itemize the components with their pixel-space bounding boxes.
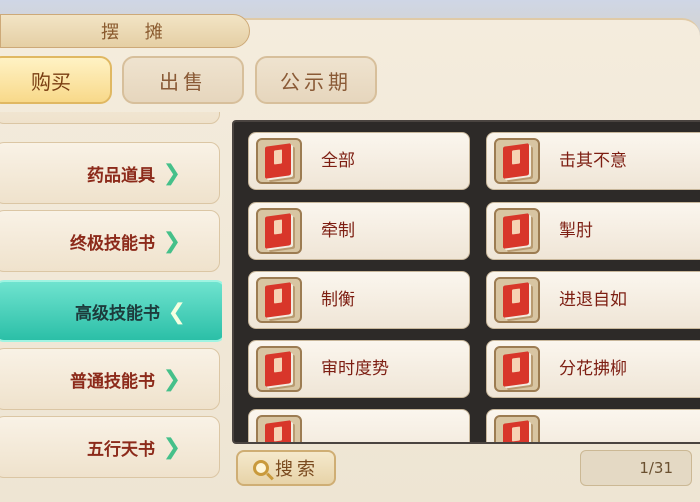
item-name: 掣肘 xyxy=(559,221,593,241)
item-name: 击其不意 xyxy=(559,151,627,171)
search-button[interactable]: 搜索 xyxy=(236,450,336,486)
search-label: 搜索 xyxy=(275,459,319,480)
skill-book-icon xyxy=(256,208,302,254)
category-label: 普通技能书 xyxy=(70,371,155,392)
category-item-medicine[interactable]: 药品道具 ❯ xyxy=(0,142,220,204)
skill-book-icon xyxy=(256,277,302,323)
item-name: 分花拂柳 xyxy=(559,359,627,379)
item-name: 制衡 xyxy=(321,290,355,310)
item-card-partial[interactable] xyxy=(486,409,700,442)
item-card[interactable]: 全部 xyxy=(248,132,470,190)
item-name: 牵制 xyxy=(321,221,355,241)
page-number: 1/31 xyxy=(639,459,673,477)
skill-book-icon xyxy=(494,277,540,323)
chevron-right-icon: ❯ xyxy=(162,367,181,392)
category-label: 药品道具 xyxy=(87,165,155,186)
skill-book-icon xyxy=(256,138,302,184)
item-name: 进退自如 xyxy=(559,290,627,310)
item-card[interactable]: 分花拂柳 xyxy=(486,340,700,398)
item-card[interactable]: 掣肘 xyxy=(486,202,700,260)
chevron-right-icon: ❯ xyxy=(162,435,181,460)
item-name: 全部 xyxy=(321,151,355,171)
category-item-advanced-skillbook[interactable]: 高级技能书 ❮ xyxy=(0,280,222,342)
search-icon xyxy=(253,460,269,476)
window-title: 摆 摊 xyxy=(0,14,250,48)
tab-sell[interactable]: 出售 xyxy=(122,56,244,104)
category-label: 五行天书 xyxy=(87,439,155,460)
tab-buy[interactable]: 购买 xyxy=(0,56,112,104)
item-card[interactable]: 审时度势 xyxy=(248,340,470,398)
item-card[interactable]: 进退自如 xyxy=(486,271,700,329)
item-name: 审时度势 xyxy=(321,359,389,379)
chevron-right-icon: ❯ xyxy=(162,229,181,254)
skill-book-icon xyxy=(256,346,302,392)
item-card-partial[interactable] xyxy=(248,409,470,442)
item-card[interactable]: 制衡 xyxy=(248,271,470,329)
chevron-right-icon: ❯ xyxy=(162,161,181,186)
category-item-wuxing-book[interactable]: 五行天书 ❯ xyxy=(0,416,220,478)
page-indicator: 1/31 xyxy=(580,450,692,486)
chevron-left-icon: ❮ xyxy=(167,300,186,325)
skill-book-icon xyxy=(256,415,302,442)
tab-notice-period[interactable]: 公示期 xyxy=(255,56,377,104)
category-label: 高级技能书 xyxy=(75,303,160,324)
category-item-partial[interactable] xyxy=(0,112,220,124)
category-list[interactable]: 药品道具 ❯ 终极技能书 ❯ 高级技能书 ❮ 普通技能书 ❯ 五行天书 ❯ xyxy=(0,112,222,500)
item-card[interactable]: 击其不意 xyxy=(486,132,700,190)
category-label: 终极技能书 xyxy=(70,233,155,254)
category-item-normal-skillbook[interactable]: 普通技能书 ❯ xyxy=(0,348,220,410)
skill-book-icon xyxy=(494,346,540,392)
item-card[interactable]: 牵制 xyxy=(248,202,470,260)
item-grid[interactable]: 全部 击其不意 牵制 掣肘 制衡 进退自如 审时度势 分花拂柳 xyxy=(232,120,700,444)
skill-book-icon xyxy=(494,208,540,254)
category-item-ultimate-skillbook[interactable]: 终极技能书 ❯ xyxy=(0,210,220,272)
skill-book-icon xyxy=(494,415,540,442)
skill-book-icon xyxy=(494,138,540,184)
